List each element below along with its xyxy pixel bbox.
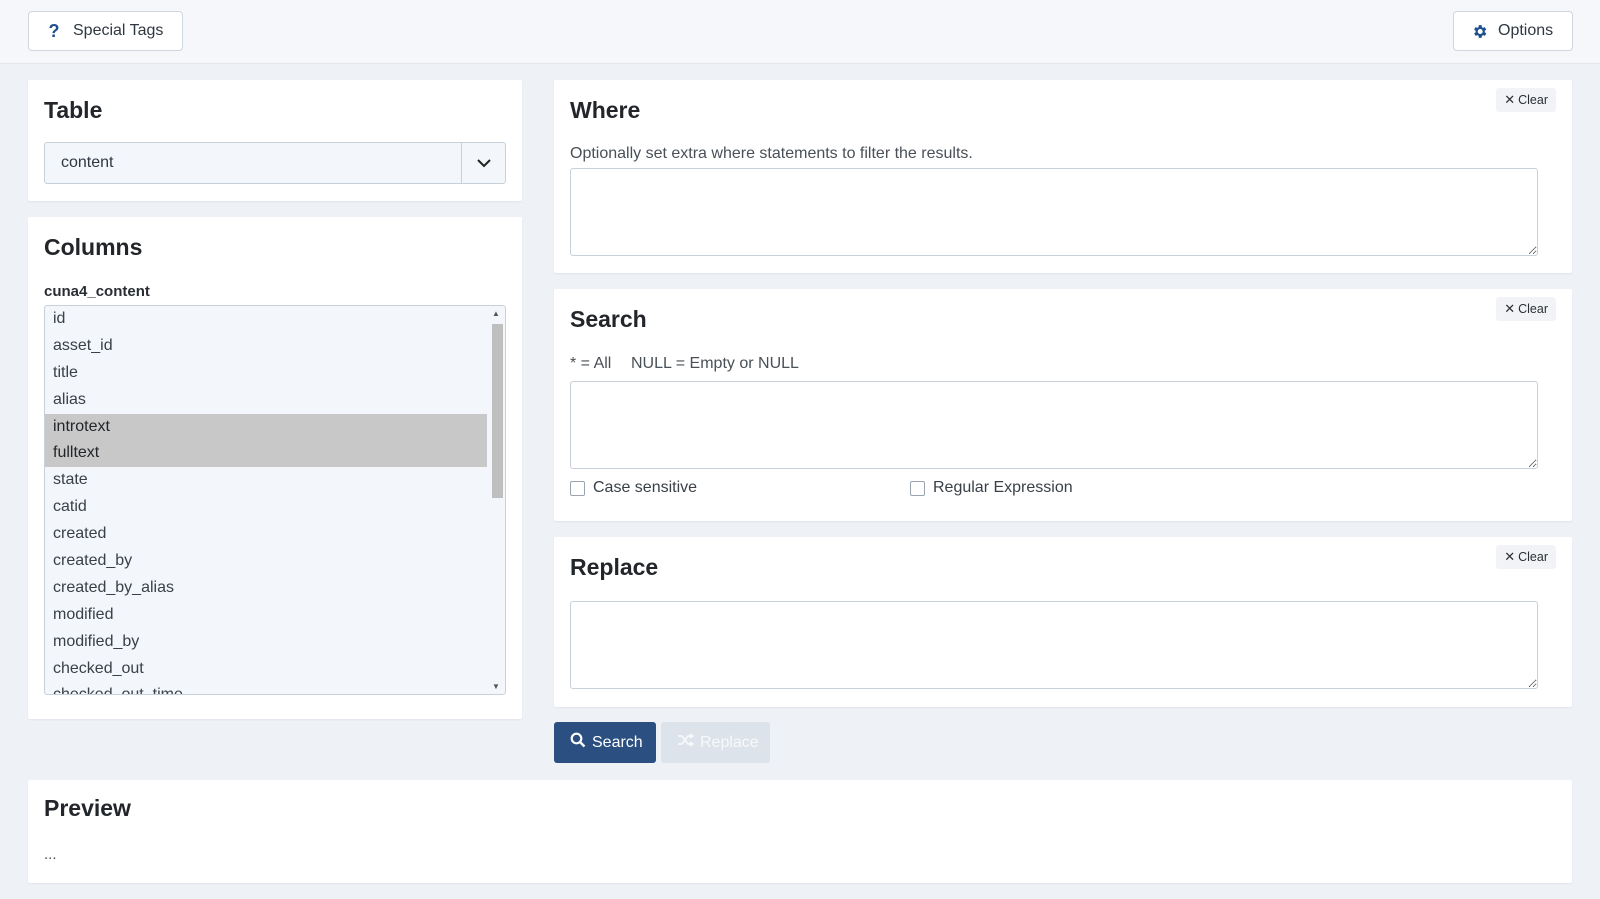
column-option[interactable]: modified — [45, 602, 487, 629]
scroll-up-arrow-icon[interactable]: ▲ — [492, 309, 500, 318]
special-tags-button[interactable]: ? Special Tags — [28, 11, 183, 51]
replace-clear-label: Clear — [1518, 550, 1548, 564]
options-label: Options — [1498, 22, 1554, 39]
close-icon: ✕ — [1504, 549, 1516, 564]
column-option[interactable]: checked_out — [45, 656, 487, 683]
columns-listbox[interactable]: id asset_id title alias introtext fulltext sta… — [44, 305, 506, 695]
preview-card: Preview ... — [28, 780, 1572, 883]
where-textarea[interactable] — [570, 168, 1538, 256]
search-clear-button[interactable]: ✕ Clear — [1496, 297, 1556, 321]
where-help-text: Optionally set extra where statements to… — [570, 145, 973, 162]
search-card: Search ✕ Clear * = All NULL = Empty or N… — [554, 289, 1572, 521]
replace-card: Replace ✕ Clear — [554, 537, 1572, 707]
column-option[interactable]: title — [45, 360, 487, 387]
column-option[interactable]: introtext — [45, 413, 487, 441]
search-hint-all: * = All — [570, 355, 612, 372]
regex-checkbox[interactable] — [910, 480, 925, 496]
table-title: Table — [44, 97, 103, 123]
preview-title: Preview — [44, 795, 131, 821]
shuffle-icon — [677, 733, 695, 752]
regex-label: Regular Expression — [933, 479, 1073, 496]
case-sensitive-label: Case sensitive — [593, 479, 698, 496]
replace-button[interactable]: Replace — [661, 722, 770, 763]
where-clear-button[interactable]: ✕ Clear — [1496, 88, 1556, 112]
column-option[interactable]: checked_out_time — [45, 682, 487, 694]
columns-title: Columns — [44, 234, 143, 260]
search-textarea[interactable] — [570, 381, 1538, 469]
table-select-value: content — [61, 154, 114, 171]
scrollbar-thumb[interactable] — [492, 324, 503, 498]
column-option[interactable]: alias — [45, 387, 487, 414]
replace-textarea[interactable] — [570, 601, 1538, 689]
close-icon: ✕ — [1504, 301, 1516, 316]
where-clear-label: Clear — [1518, 93, 1548, 107]
search-icon — [570, 732, 586, 753]
gear-icon — [1470, 23, 1488, 40]
listbox-scrollbar[interactable]: ▲ ▼ — [489, 306, 505, 694]
replace-title: Replace — [570, 554, 659, 580]
column-option[interactable]: modified_by — [45, 629, 487, 656]
column-option[interactable]: state — [45, 467, 487, 494]
columns-list: id asset_id title alias introtext fulltext sta… — [45, 306, 505, 694]
table-card: Table content — [28, 80, 522, 201]
case-sensitive-option[interactable]: Case sensitive — [570, 479, 697, 497]
where-title: Where — [570, 97, 641, 123]
search-clear-label: Clear — [1518, 302, 1548, 316]
close-icon: ✕ — [1504, 92, 1516, 107]
regex-option[interactable]: Regular Expression — [910, 479, 1073, 497]
case-sensitive-checkbox[interactable] — [570, 480, 585, 496]
chevron-down-icon — [461, 143, 505, 183]
top-toolbar: ? Special Tags Options — [0, 0, 1600, 64]
question-icon: ? — [48, 20, 60, 41]
where-card: Where ✕ Clear Optionally set extra where… — [554, 80, 1572, 273]
columns-card: Columns cuna4_content id asset_id title ali… — [28, 217, 522, 719]
replace-button-label: Replace — [700, 733, 759, 751]
scroll-down-arrow-icon[interactable]: ▼ — [492, 682, 500, 691]
column-option[interactable]: created_by_alias — [45, 575, 487, 602]
column-option[interactable]: created — [45, 521, 487, 548]
column-option[interactable]: created_by — [45, 548, 487, 575]
search-hint-null: NULL = Empty or NULL — [631, 355, 799, 372]
replace-clear-button[interactable]: ✕ Clear — [1496, 545, 1556, 569]
table-select[interactable]: content — [44, 142, 506, 184]
search-button-label: Search — [592, 733, 643, 751]
columns-group-label: cuna4_content — [44, 283, 150, 300]
column-option[interactable]: id — [45, 306, 487, 333]
preview-text: ... — [44, 846, 57, 863]
column-option[interactable]: catid — [45, 494, 487, 521]
search-button[interactable]: Search — [554, 722, 656, 763]
special-tags-label: Special Tags — [73, 22, 164, 39]
column-option[interactable]: fulltext — [45, 440, 487, 468]
options-button[interactable]: Options — [1453, 11, 1573, 51]
column-option[interactable]: asset_id — [45, 333, 487, 360]
search-title: Search — [570, 306, 647, 332]
